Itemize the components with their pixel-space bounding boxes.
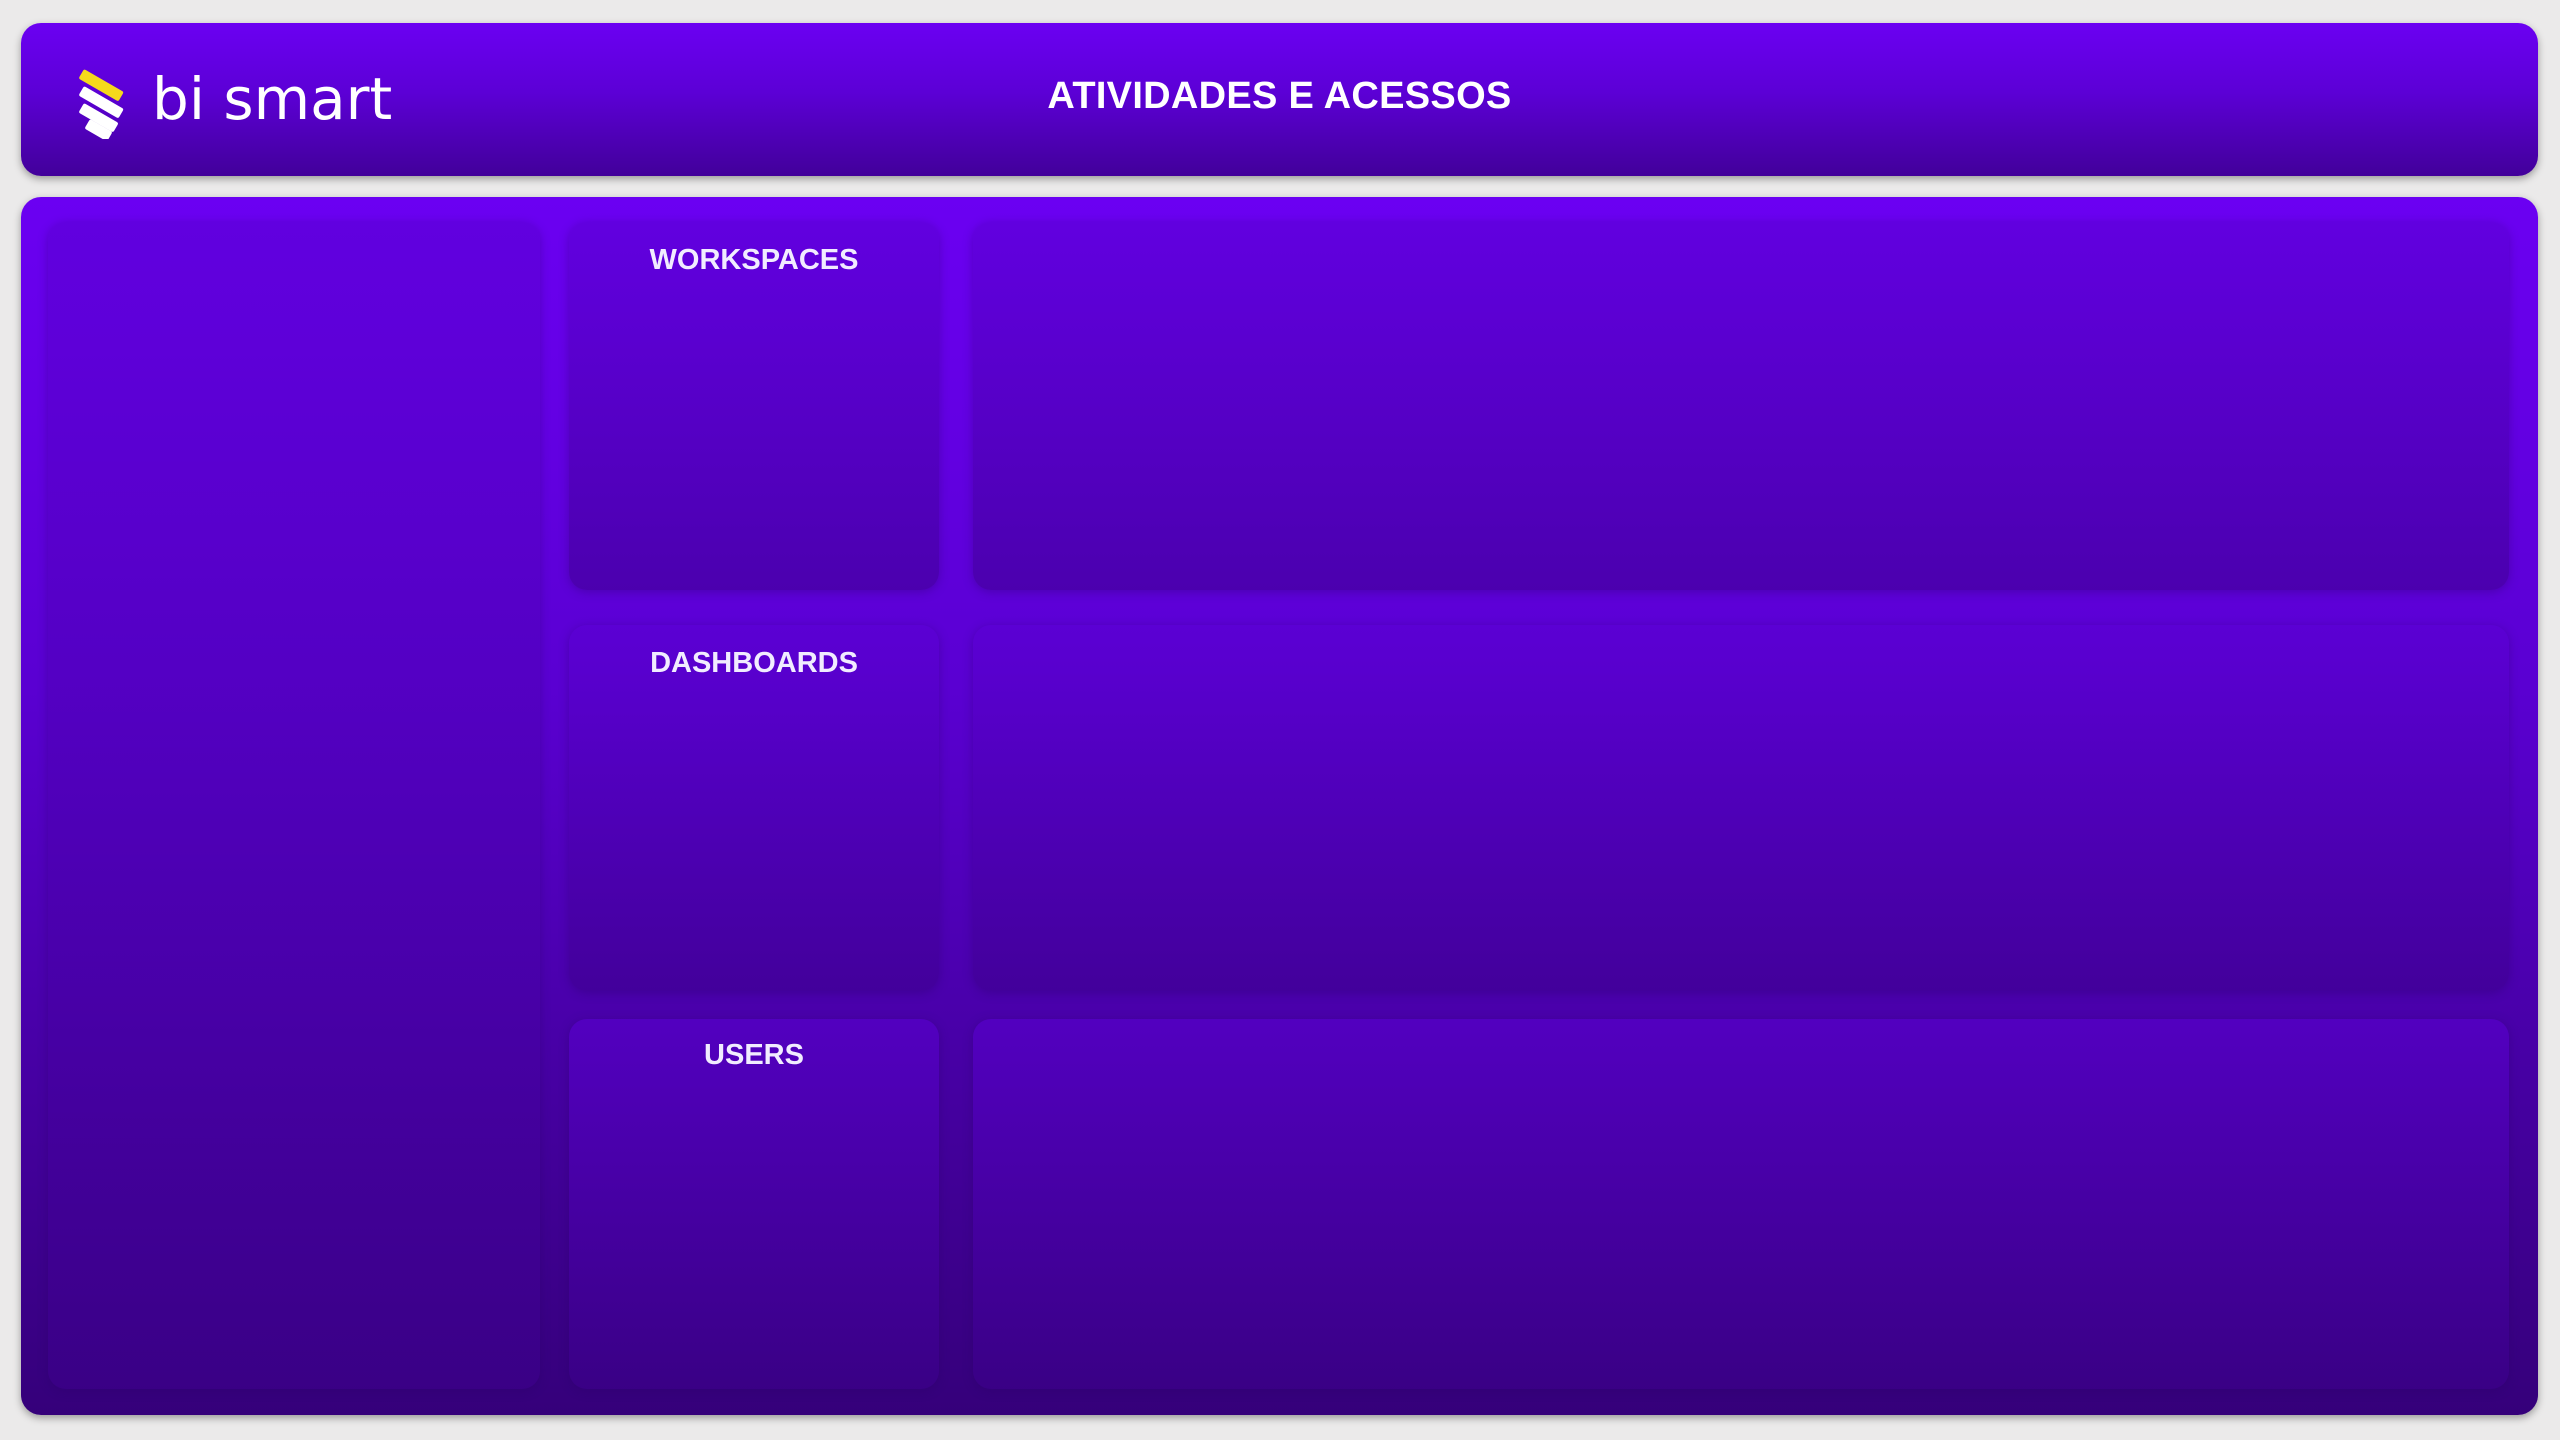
kpi-card-workspaces: WORKSPACES bbox=[569, 222, 939, 590]
header-bar: bi smart ATIVIDADES E ACESSOS bbox=[21, 23, 2538, 176]
kpi-label-workspaces: WORKSPACES bbox=[649, 244, 859, 276]
dashboard-canvas: WORKSPACES DASHBOARDS USERS bbox=[21, 197, 2538, 1415]
kpi-card-users: USERS bbox=[569, 1019, 939, 1389]
filter-panel bbox=[48, 222, 540, 1389]
visual-panel-dashboards bbox=[973, 625, 2509, 991]
visual-panel-users bbox=[973, 1019, 2509, 1389]
page-title: ATIVIDADES E ACESSOS bbox=[1047, 75, 1512, 117]
kpi-label-dashboards: DASHBOARDS bbox=[650, 647, 858, 679]
kpi-label-users: USERS bbox=[704, 1039, 804, 1071]
kpi-card-dashboards: DASHBOARDS bbox=[569, 625, 939, 991]
visual-panel-workspaces bbox=[973, 222, 2509, 590]
